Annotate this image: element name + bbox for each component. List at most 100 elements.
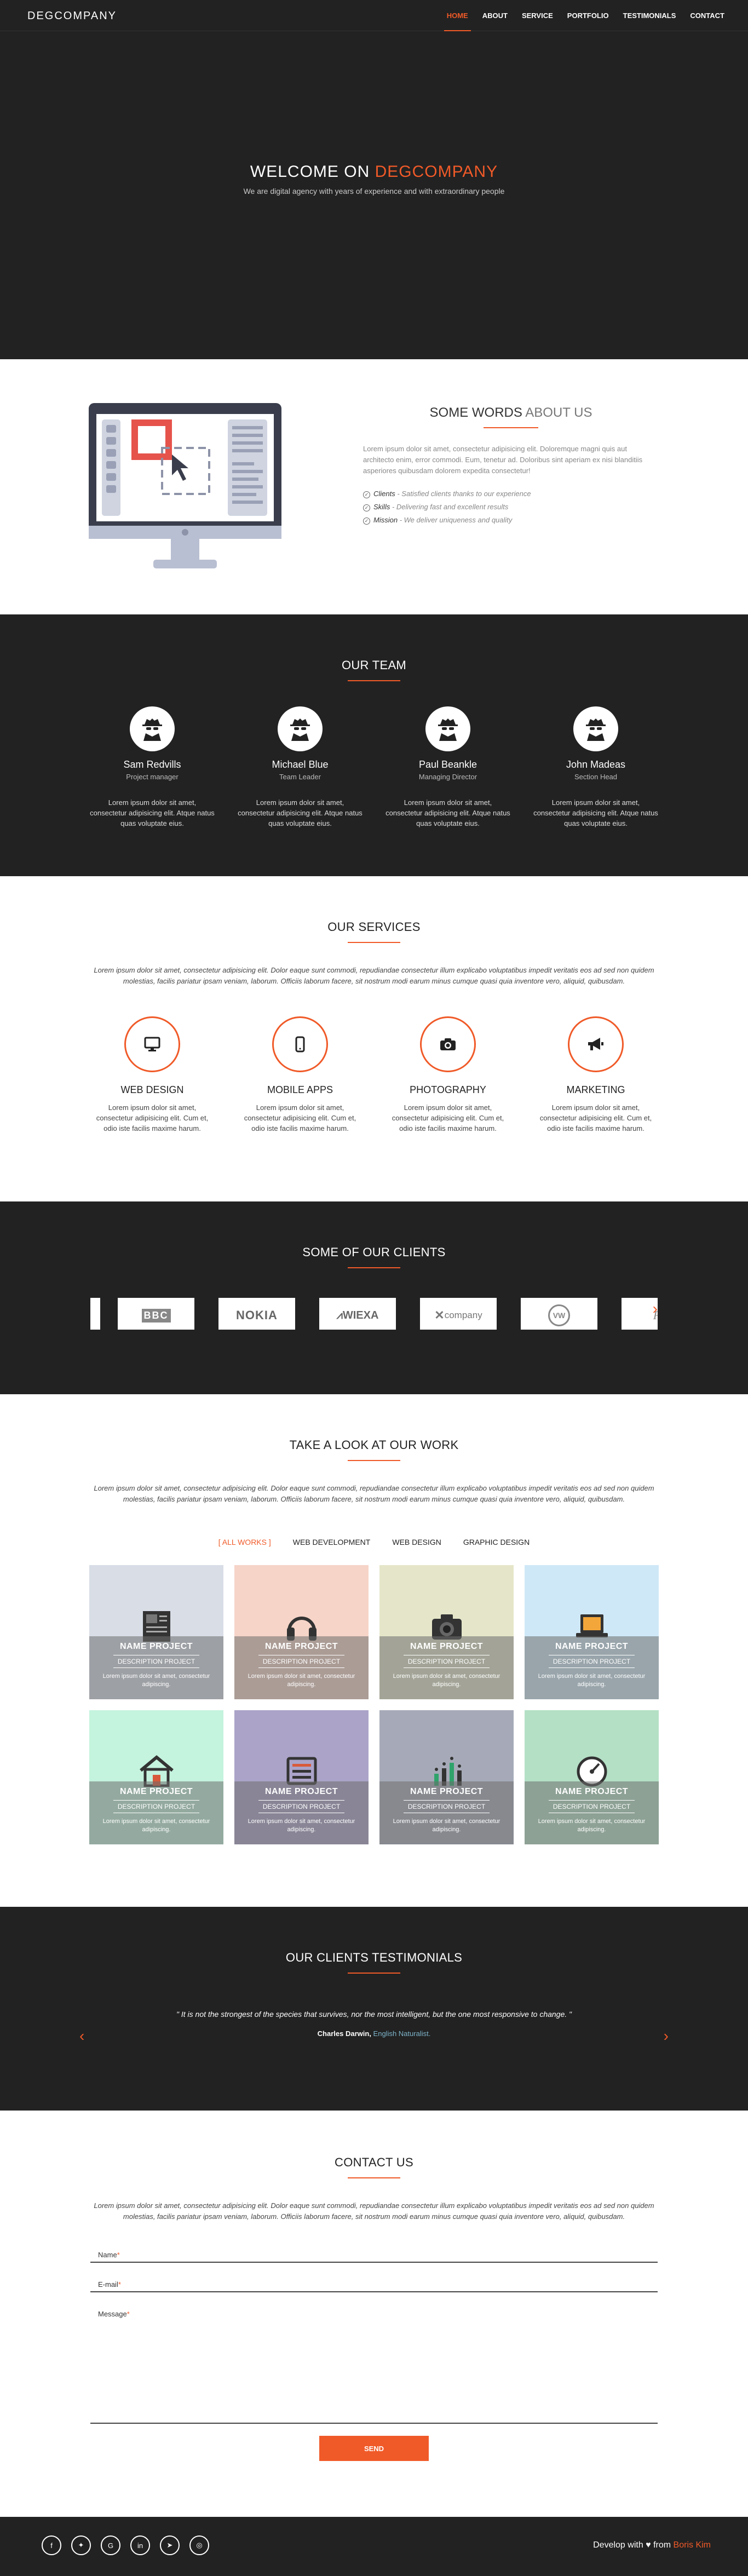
project-text: Lorem ipsum dolor sit amet, consectetur … xyxy=(538,1673,646,1688)
about-point-label: Mission xyxy=(373,516,398,524)
portfolio-card[interactable]: NAME PROJECT DESCRIPTION PROJECT Lorem i… xyxy=(89,1710,223,1844)
name-field[interactable]: Name* xyxy=(90,2244,658,2263)
email-label-text: E-mail xyxy=(98,2280,118,2288)
monitor-icon xyxy=(124,1016,180,1072)
twitter-icon[interactable]: ✦ xyxy=(71,2535,91,2555)
services-section: OUR SERVICES Lorem ipsum dolor sit amet,… xyxy=(0,876,748,1201)
team-title: OUR TEAM xyxy=(341,658,407,672)
portfolio-card[interactable]: NAME PROJECT DESCRIPTION PROJECT Lorem i… xyxy=(525,1565,659,1699)
team-member: John Madeas Section Head Lorem ipsum dol… xyxy=(533,706,659,829)
spy-avatar-icon xyxy=(278,706,323,751)
filter-web-design[interactable]: WEB DESIGN xyxy=(392,1538,441,1546)
testimonial-author: Charles Darwin, English Naturalist. xyxy=(90,2029,658,2038)
portfolio-title: TAKE A LOOK AT OUR WORK xyxy=(289,1438,459,1452)
nav-item-contact[interactable]: CONTACT xyxy=(683,0,732,31)
required-mark: * xyxy=(117,2251,120,2259)
client-logo-text: company xyxy=(444,1310,482,1320)
project-name: NAME PROJECT xyxy=(410,1642,484,1651)
linkedin-icon[interactable]: in xyxy=(130,2535,150,2555)
instagram-icon[interactable]: ◎ xyxy=(189,2535,209,2555)
services-intro: Lorem ipsum dolor sit amet, consectetur … xyxy=(94,966,654,985)
credit-prefix: Develop with xyxy=(593,2540,646,2550)
project-description: DESCRIPTION PROJECT xyxy=(258,1800,345,1813)
member-role: Team Leader xyxy=(279,773,321,781)
client-logo-nokia: NOKIA xyxy=(218,1298,295,1330)
card-overlay: NAME PROJECT DESCRIPTION PROJECT Lorem i… xyxy=(89,1636,223,1699)
service-item: PHOTOGRAPHY Lorem ipsum dolor sit amet, … xyxy=(385,1016,511,1134)
portfolio-card[interactable]: NAME PROJECT DESCRIPTION PROJECT Lorem i… xyxy=(525,1710,659,1844)
service-title: MARKETING xyxy=(566,1084,625,1095)
team-title-underline xyxy=(348,680,400,681)
portfolio-card[interactable]: NAME PROJECT DESCRIPTION PROJECT Lorem i… xyxy=(234,1565,369,1699)
required-mark: * xyxy=(126,2310,130,2318)
member-name: Sam Redvills xyxy=(123,759,181,770)
member-name: Michael Blue xyxy=(272,759,329,770)
send-button[interactable]: SEND xyxy=(319,2436,429,2461)
heart-icon: ♥ xyxy=(646,2540,651,2550)
portfolio-section: TAKE A LOOK AT OUR WORK Lorem ipsum dolo… xyxy=(0,1394,748,1907)
footer: f ✦ G in ➤ ◎ Develop with ♥ from Boris K… xyxy=(0,2517,748,2576)
telegram-icon[interactable]: ➤ xyxy=(160,2535,180,2555)
about-title: SOME WORDS ABOUT US xyxy=(363,405,659,421)
filter-graphic-design[interactable]: GRAPHIC DESIGN xyxy=(463,1538,530,1546)
about-section: SOME WORDS ABOUT US Lorem ipsum dolor si… xyxy=(0,359,748,614)
contact-form: Name* E-mail* Message* SEND xyxy=(90,2244,658,2461)
google-plus-icon[interactable]: G xyxy=(101,2535,120,2555)
project-name: NAME PROJECT xyxy=(555,1642,629,1651)
member-bio: Lorem ipsum dolor sit amet, consectetur … xyxy=(533,798,658,827)
about-point: ✓ Mission - We deliver uniqueness and qua… xyxy=(363,514,659,527)
hero-title-accent: DEGCOMPANY xyxy=(375,163,498,181)
member-role: Managing Director xyxy=(418,773,477,781)
contact-intro: Lorem ipsum dolor sit amet, consectetur … xyxy=(94,2201,654,2221)
service-item: WEB DESIGN Lorem ipsum dolor sit amet, c… xyxy=(89,1016,215,1134)
service-text: Lorem ipsum dolor sit amet, consectetur … xyxy=(96,1103,209,1132)
service-title: WEB DESIGN xyxy=(120,1084,184,1095)
project-name: NAME PROJECT xyxy=(119,1787,193,1796)
project-text: Lorem ipsum dolor sit amet, consectetur … xyxy=(248,1818,355,1833)
check-icon: ✓ xyxy=(363,491,370,498)
clients-title-underline xyxy=(348,1267,400,1268)
nav-item-service[interactable]: SERVICE xyxy=(515,0,560,31)
member-name: Paul Beankle xyxy=(418,759,477,770)
portfolio-card[interactable]: NAME PROJECT DESCRIPTION PROJECT Lorem i… xyxy=(379,1710,514,1844)
member-role: Project manager xyxy=(126,773,179,781)
filter-all-works[interactable]: [ ALL WORKS ] xyxy=(218,1538,271,1546)
client-logo-bbc: BBC xyxy=(118,1298,194,1330)
check-icon: ✓ xyxy=(363,518,370,525)
about-points: ✓ Clients - Satisfied clients thanks to o… xyxy=(363,487,659,527)
about-point-text: - We deliver uniqueness and quality xyxy=(398,516,513,524)
portfolio-card[interactable]: NAME PROJECT DESCRIPTION PROJECT Lorem i… xyxy=(89,1565,223,1699)
clients-section: SOME OF OUR CLIENTS ‹ BBC NOKIA ⩘ WIEXA … xyxy=(0,1201,748,1394)
member-bio: Lorem ipsum dolor sit amet, consectetur … xyxy=(385,798,510,827)
clients-carousel: ‹ BBC NOKIA ⩘ WIEXA ✕company VW Fo › xyxy=(90,1291,658,1330)
brand-logo[interactable]: DEGCOMPANY xyxy=(27,10,117,22)
testimonials-section: OUR CLIENTS TESTIMONIALS ‹ › " It is not… xyxy=(0,1907,748,2111)
footer-credit: Develop with ♥ from Boris Kim xyxy=(593,2540,711,2550)
testimonials-title: OUR CLIENTS TESTIMONIALS xyxy=(285,1951,463,1964)
credit-mid: from xyxy=(651,2540,674,2550)
email-field[interactable]: E-mail* xyxy=(90,2274,658,2292)
portfolio-filters: [ ALL WORKS ] WEB DEVELOPMENT WEB DESIGN… xyxy=(0,1538,748,1546)
card-overlay: NAME PROJECT DESCRIPTION PROJECT Lorem i… xyxy=(525,1781,659,1844)
client-logo-company: ✕ company xyxy=(420,1298,497,1330)
name-label: Name* xyxy=(98,2251,120,2259)
nav-item-portfolio[interactable]: PORTFOLIO xyxy=(560,0,616,31)
nav-item-home[interactable]: HOME xyxy=(440,0,475,31)
portfolio-card[interactable]: NAME PROJECT DESCRIPTION PROJECT Lorem i… xyxy=(379,1565,514,1699)
portfolio-card[interactable]: NAME PROJECT DESCRIPTION PROJECT Lorem i… xyxy=(234,1710,369,1844)
project-description: DESCRIPTION PROJECT xyxy=(548,1655,635,1668)
credit-author-link[interactable]: Boris Kim xyxy=(674,2540,711,2550)
testimonial-prev-icon[interactable]: ‹ xyxy=(79,2027,84,2045)
carousel-next-icon[interactable]: › xyxy=(653,1300,658,1318)
filter-web-development[interactable]: WEB DEVELOPMENT xyxy=(293,1538,371,1546)
message-field[interactable]: Message* xyxy=(90,2303,658,2424)
nav-item-about[interactable]: ABOUT xyxy=(475,0,515,31)
facebook-icon[interactable]: f xyxy=(42,2535,61,2555)
testimonial-next-icon[interactable]: › xyxy=(664,2027,669,2045)
hero-title: WELCOME ON DEGCOMPANY xyxy=(0,163,748,181)
nav-item-testimonials[interactable]: TESTIMONIALS xyxy=(616,0,683,31)
spy-avatar-icon xyxy=(130,706,175,751)
spy-avatar-icon xyxy=(573,706,618,751)
member-role: Section Head xyxy=(574,773,618,781)
email-label: E-mail* xyxy=(98,2280,121,2288)
